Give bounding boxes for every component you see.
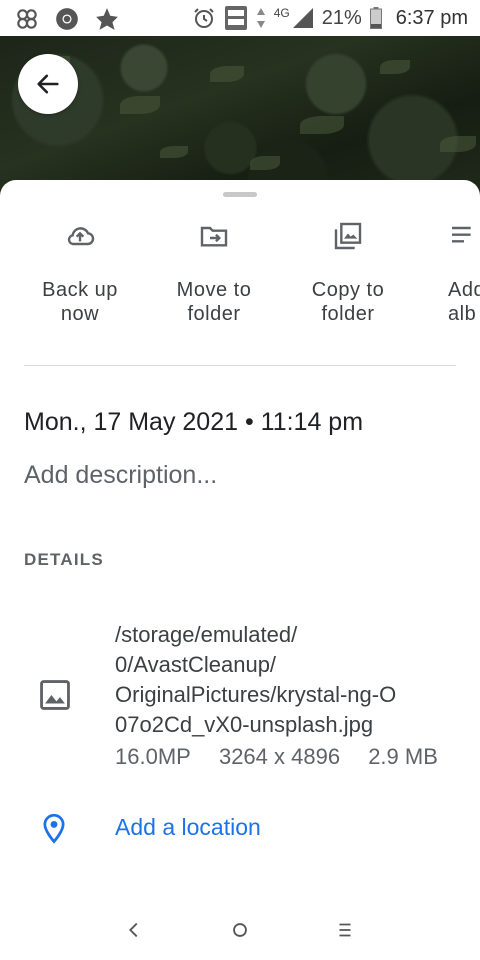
nav-back-button[interactable]: [120, 916, 148, 944]
details-heading: DETAILS: [24, 550, 104, 569]
copy-to-folder-button[interactable]: Copy to folder: [280, 220, 416, 326]
arrow-left-icon: [37, 74, 59, 94]
avast-icon: [96, 8, 118, 30]
copy-to-folder-label: Copy to folder: [311, 279, 385, 325]
back-up-now-label: Back up now: [42, 279, 118, 325]
data-arrows-icon: [256, 8, 265, 28]
location-pin-icon: [43, 813, 65, 844]
image-icon: [40, 680, 70, 710]
alarm-icon: [193, 8, 214, 28]
file-path-line: /storage/emulated/: [115, 622, 298, 647]
photo-preview[interactable]: [0, 36, 480, 196]
back-up-now-button[interactable]: Back up now: [12, 220, 148, 326]
add-to-album-label: Add alb: [448, 279, 480, 325]
cloud-upload-icon: [67, 227, 95, 246]
move-to-folder-icon: [200, 226, 228, 247]
recents-nav-icon: [339, 923, 351, 937]
battery-percent: 21%: [321, 6, 362, 29]
add-location-button[interactable]: Add a location: [115, 814, 261, 841]
battery-icon: [369, 7, 382, 29]
signal-icon: [292, 8, 313, 28]
nav-home-button[interactable]: [226, 916, 254, 944]
status-bar-right: 4G 21% 6:37 pm: [192, 4, 468, 32]
add-to-album-icon: [452, 226, 471, 243]
file-path: /storage/emulated/ 0/AvastCleanup/ Origi…: [115, 620, 465, 740]
move-to-folder-label: Move to folder: [176, 279, 252, 325]
nav-recents-button[interactable]: [331, 916, 359, 944]
network-label: 4G: [273, 6, 290, 20]
chrome-icon: [56, 8, 78, 30]
file-path-line: OriginalPictures/krystal-ng-O: [115, 682, 397, 707]
file-path-line: 07o2Cd_vX0-unsplash.jpg: [115, 712, 374, 737]
description-field[interactable]: Add description...: [24, 461, 217, 490]
status-bar-left: [14, 6, 120, 32]
file-path-line: 0/AvastCleanup/: [115, 652, 277, 677]
actions-row: Back up now Move to folder Copy to folde…: [0, 220, 480, 340]
status-bar: 4G 21% 6:37 pm: [0, 0, 480, 36]
navigation-bar: [0, 900, 480, 960]
divider: [24, 365, 456, 366]
move-to-folder-button[interactable]: Move to folder: [146, 220, 282, 326]
drag-handle[interactable]: [223, 192, 257, 197]
volte-icon: [224, 6, 247, 30]
file-size: 2.9 MB: [368, 744, 438, 769]
megapixels: 16.0MP: [115, 744, 191, 769]
file-meta: 16.0MP 3264 x 4896 2.9 MB: [115, 744, 460, 770]
resolution: 3264 x 4896: [218, 744, 341, 769]
pinwheel-icon: [17, 9, 37, 29]
photo-date[interactable]: Mon., 17 May 2021 • 11:14 pm: [24, 408, 363, 437]
copy-to-folder-icon: [334, 222, 362, 250]
add-to-album-button[interactable]: Add alb: [414, 220, 480, 326]
back-button[interactable]: [18, 54, 78, 114]
home-nav-icon: [233, 923, 247, 937]
back-nav-icon: [129, 922, 138, 938]
clock: 6:37 pm: [395, 6, 468, 29]
info-sheet: Back up now Move to folder Copy to folde…: [0, 180, 480, 960]
